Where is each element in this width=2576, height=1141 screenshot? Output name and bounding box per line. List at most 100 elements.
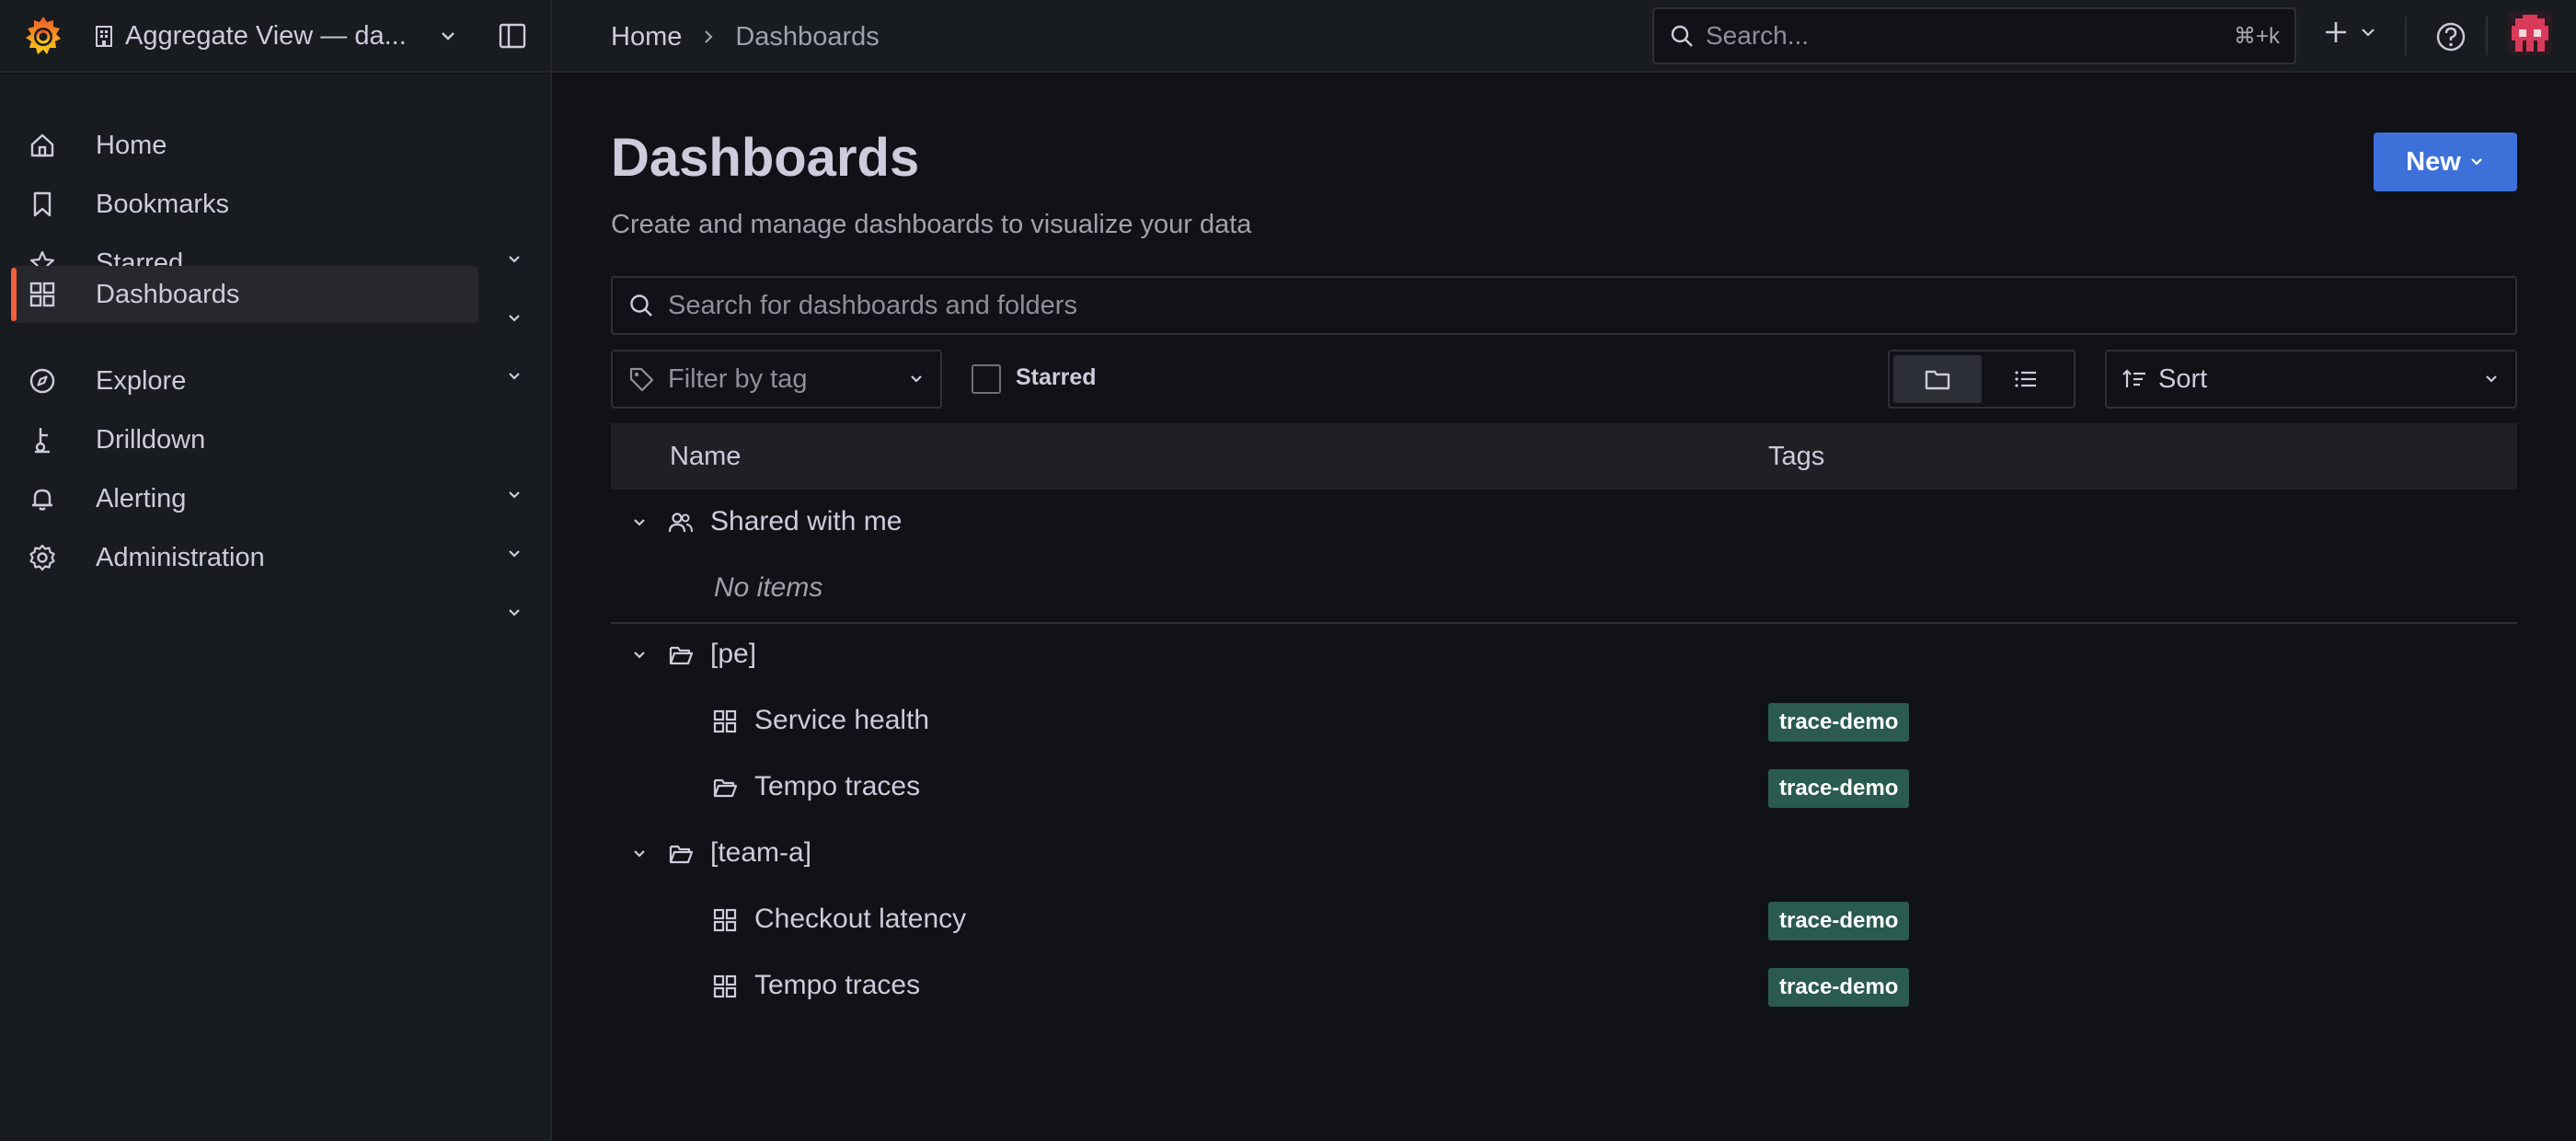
toolbar-divider (2405, 17, 2407, 55)
chevron-down-icon[interactable] (629, 844, 650, 864)
row-label: [pe] (710, 639, 757, 669)
column-header-name: Name (670, 442, 742, 471)
search-icon (1669, 23, 1695, 49)
list-view-button[interactable] (1982, 355, 2070, 403)
folder-icon (1924, 365, 1951, 393)
org-name: Aggregate View — da... (125, 20, 407, 51)
apps-icon (712, 974, 738, 999)
chevron-down-icon[interactable] (504, 485, 524, 505)
building-icon (92, 24, 116, 48)
sidebar-item-label: Alerting (96, 483, 187, 513)
search-icon (627, 292, 655, 319)
sidebar-item-label: Bookmarks (96, 189, 230, 219)
sort-select[interactable]: Sort (2105, 350, 2517, 409)
row-label: Service health (754, 705, 930, 735)
chevron-down-icon[interactable] (504, 308, 524, 328)
org-switcher[interactable]: Aggregate View — da... (92, 17, 458, 55)
sidebar-item-home[interactable]: Home (11, 117, 478, 174)
tag-badge[interactable]: trace-demo (1768, 703, 1910, 742)
toolbar-divider (2486, 17, 2488, 55)
drilldown-icon (28, 425, 57, 455)
row-label: [team-a] (710, 837, 812, 868)
sidebar-item-explore[interactable]: Explore (11, 352, 478, 409)
help-icon[interactable] (2432, 18, 2469, 55)
tag-badge[interactable]: trace-demo (1768, 968, 1910, 1007)
bookmark-icon (28, 190, 57, 219)
table-header: Name Tags (611, 423, 2517, 490)
folder-open-icon (668, 841, 694, 867)
dashboard-search-input[interactable]: Search for dashboards and folders (611, 276, 2517, 335)
folder-row-shared-with-me[interactable]: Shared with me (611, 490, 2517, 556)
sidebar-item-dashboards[interactable]: Dashboards (11, 266, 478, 323)
top-search-placeholder: Search... (1706, 21, 1810, 50)
dashboard-row[interactable]: Tempo traces trace-demo (611, 953, 2517, 1020)
tag-badge[interactable]: trace-demo (1768, 902, 1910, 940)
sidebar-item-label: Dashboards (96, 279, 240, 309)
chevron-down-icon (2359, 23, 2377, 41)
view-mode-toggle (1888, 350, 2076, 409)
empty-state-text: No items (714, 572, 823, 603)
sort-placeholder: Sort (2158, 363, 2208, 394)
page-subtitle: Create and manage dashboards to visualiz… (611, 210, 1252, 239)
chevron-down-icon[interactable] (504, 366, 524, 386)
cog-icon (28, 543, 57, 572)
sidebar-item-alerting[interactable]: Alerting (11, 470, 478, 527)
sort-amount-icon (2122, 366, 2147, 392)
folder-row-team-a[interactable]: [team-a] (611, 821, 2517, 887)
sidebar-item-label: Explore (96, 365, 187, 396)
tag-filter-placeholder: Filter by tag (668, 363, 808, 394)
sidebar-item-bookmarks[interactable]: Bookmarks (11, 176, 478, 233)
chevron-down-icon (438, 26, 458, 46)
sidebar-item-administration[interactable]: Administration (11, 529, 478, 586)
folder-view-button[interactable] (1893, 355, 1982, 403)
sidebar-item-label: Drilldown (96, 424, 206, 455)
bell-icon (28, 484, 57, 513)
dock-menu-icon[interactable] (497, 20, 528, 52)
breadcrumb-home[interactable]: Home (611, 22, 682, 52)
sidebar: Home Bookmarks Starred Dashboards Explor… (0, 74, 550, 1141)
dashboard-search-placeholder: Search for dashboards and folders (668, 290, 1077, 320)
folder-open-icon (668, 642, 694, 668)
row-label: Tempo traces (754, 970, 921, 1000)
subfolder-row[interactable]: Tempo traces trace-demo (611, 755, 2517, 821)
sidebar-item-label: Home (96, 130, 167, 160)
chevron-down-icon[interactable] (504, 544, 524, 564)
list-icon (2012, 365, 2040, 393)
search-shortcut: ⌘+k (2233, 23, 2280, 49)
apps-icon (712, 907, 738, 933)
sidebar-item-drilldown[interactable]: Drilldown (11, 411, 478, 468)
new-button-label: New (2406, 146, 2461, 177)
folder-row-pe[interactable]: [pe] (611, 622, 2517, 688)
add-new-button[interactable] (2322, 18, 2377, 46)
breadcrumb-current: Dashboards (735, 21, 880, 52)
new-button[interactable]: New (2374, 133, 2517, 191)
apps-icon (28, 280, 57, 309)
starred-checkbox-label[interactable]: Starred (1016, 364, 1097, 391)
folder-icon (712, 775, 738, 801)
grafana-logo-icon[interactable] (20, 13, 66, 59)
top-bar: Aggregate View — da... Home Dashboards S… (0, 0, 2576, 73)
chevron-down-icon (907, 370, 926, 388)
user-avatar[interactable] (2508, 11, 2552, 55)
dashboard-row[interactable]: Service health trace-demo (611, 688, 2517, 755)
chevron-down-icon[interactable] (504, 603, 524, 623)
column-header-tags: Tags (1768, 442, 1825, 471)
users-icon (668, 510, 694, 536)
tag-filter-select[interactable]: Filter by tag (611, 350, 942, 409)
empty-row: No items (611, 556, 2517, 622)
plus-icon (2322, 18, 2350, 46)
starred-checkbox[interactable] (972, 364, 1001, 394)
sidebar-item-label: Administration (96, 542, 265, 572)
home-icon (28, 131, 57, 160)
tag-badge[interactable]: trace-demo (1768, 769, 1910, 808)
chevron-down-icon[interactable] (629, 513, 650, 533)
row-label: Shared with me (710, 506, 903, 536)
top-search-input[interactable]: Search... ⌘+k (1652, 7, 2296, 64)
dashboard-row[interactable]: Checkout latency trace-demo (611, 887, 2517, 953)
tag-icon (627, 365, 655, 393)
chevron-down-icon (2468, 154, 2485, 170)
row-label: Tempo traces (754, 771, 921, 801)
chevron-down-icon[interactable] (504, 249, 524, 270)
compass-icon (28, 366, 57, 396)
chevron-down-icon[interactable] (629, 645, 650, 665)
